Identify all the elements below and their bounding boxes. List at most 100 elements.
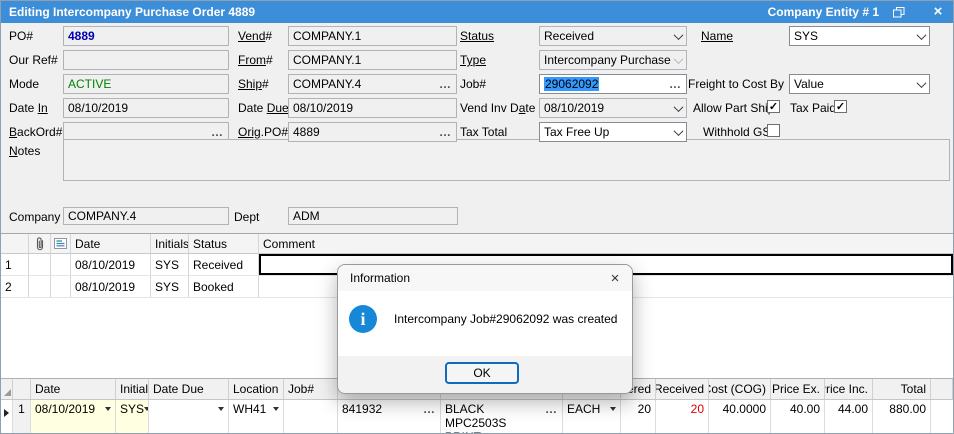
our-ref-field[interactable] [63,50,229,70]
memo-icon [54,238,67,249]
allow-part-ship-checkbox[interactable]: ✓ [767,100,780,113]
location-column-header: Location [229,379,284,399]
freight-label: Freight to Cost By [688,77,785,91]
price-ex-cell[interactable]: 40.00 [771,400,825,433]
close-window-button[interactable]: × [923,2,953,22]
initials-cell[interactable]: SYS [151,276,189,297]
item-cell[interactable]: 841932… [338,400,441,433]
dialog-body: i Intercompany Job#29062092 was created [349,305,617,333]
company-field[interactable]: COMPANY.4 [63,207,229,225]
chevron-down-icon [916,29,927,40]
status-cell[interactable]: Booked [189,276,259,297]
date-due-label: Date Due [238,101,289,115]
dialog-titlebar[interactable]: Information × [338,265,632,291]
restore-window-button[interactable] [893,6,923,18]
orig-po-label: Orig.PO# [238,125,289,139]
description-cell[interactable]: BLACK MPC2503S PRINT CARTRIDGE… [441,400,563,433]
received-cell[interactable]: 20 [656,400,709,433]
attachment-cell[interactable] [29,254,51,275]
dropdown-arrow-icon[interactable] [610,407,616,411]
chevron-down-icon [916,77,927,88]
type-combo: Intercompany Purchase [539,50,687,70]
dept-field[interactable]: ADM [288,207,458,225]
vend-field[interactable]: COMPANY.1 [288,26,457,46]
job-label: Job# [460,77,487,91]
po-editor-window: Editing Intercompany Purchase Order 4889… [0,0,954,434]
job-cell[interactable] [284,400,338,433]
date-cell[interactable]: 08/10/2019 [71,276,151,297]
dropdown-arrow-icon[interactable] [273,407,279,411]
date-due-cell[interactable] [149,400,229,433]
dialog-message: Intercompany Job#29062092 was created [394,312,618,326]
dropdown-arrow-icon[interactable] [105,407,111,411]
status-column-header: Status [189,234,259,253]
cost-cell[interactable]: 40.0000 [709,400,771,433]
date-cell[interactable]: 08/10/2019 [71,254,151,275]
name-combo[interactable]: SYS [789,26,930,46]
tax-paid-checkbox[interactable]: ✓ [834,100,847,113]
tax-total-combo[interactable]: Tax Free Up [539,122,687,142]
row-number[interactable]: 2 [1,276,29,297]
row-number[interactable]: 1 [13,400,31,433]
status-cell[interactable]: Received [189,254,259,275]
location-cell[interactable]: WH41 [229,400,284,433]
date-in-field[interactable]: 08/10/2019 [63,98,229,118]
tax-paid-label: Tax Paid [790,101,837,115]
date-in-label: Date In [9,101,48,115]
attachment-cell[interactable] [29,276,51,297]
filler-column-header [931,379,953,399]
ellipsis-icon[interactable]: … [439,126,452,138]
information-dialog: Information × i Intercompany Job#2906209… [337,264,633,394]
status-combo[interactable]: Received [539,26,687,46]
withhold-gst-checkbox[interactable] [767,124,780,137]
from-field[interactable]: COMPANY.1 [288,50,457,70]
ellipsis-icon[interactable]: … [669,78,682,90]
freight-combo[interactable]: Value [789,74,930,94]
row-number[interactable]: 1 [1,254,29,275]
date-cell[interactable]: 08/10/2019 [31,400,116,433]
ellipsis-icon[interactable]: … [211,126,224,138]
po-field[interactable]: 4889 [63,26,229,46]
ellipsis-icon[interactable]: … [439,78,452,90]
unit-cell[interactable]: EACH [563,400,621,433]
dialog-footer: OK [338,356,632,393]
ship-field[interactable]: COMPANY.4… [288,74,457,94]
initials-cell[interactable]: SYS [151,254,189,275]
ordered-cell[interactable]: 20 [621,400,656,433]
comment-column-header: Comment [263,236,316,251]
price-inc-cell[interactable]: 44.00 [825,400,873,433]
tax-total-label: Tax Total [460,125,508,139]
attachment-column-header [29,234,51,253]
ok-button[interactable]: OK [445,362,519,384]
corner-triangle-icon [4,388,11,396]
row-number-header [13,379,31,399]
orig-po-field[interactable]: 4889… [288,122,457,142]
notes-label: Notes [9,144,41,158]
total-column-header: Total [873,379,931,399]
received-column-header: Received [656,379,709,399]
line-item-row[interactable]: 1 08/10/2019 SYS WH41 841932… BLACK MPC2… [1,400,953,433]
memo-cell[interactable] [51,254,71,275]
company-label: Company [9,210,61,224]
price-ex-column-header: Price Ex. [771,379,825,399]
job-field[interactable]: 29062092… [539,74,687,94]
notes-field[interactable] [63,139,950,181]
dialog-close-button[interactable]: × [598,270,632,287]
initials-cell[interactable]: SYS [116,400,149,433]
from-label: From# [238,53,273,67]
vend-inv-date-label: Vend Inv Date [460,101,536,115]
ellipsis-icon[interactable]: … [545,403,558,415]
type-label: Type [460,53,487,67]
dropdown-arrow-icon[interactable] [218,407,224,411]
mode-field[interactable]: ACTIVE [63,74,229,94]
total-cell[interactable]: 880.00 [873,400,931,433]
memo-cell[interactable] [51,276,71,297]
chevron-down-icon [673,125,684,136]
po-form: PO# 4889 Our Ref# Mode ACTIVE Date In 08… [1,23,953,233]
vend-inv-date-combo[interactable]: 08/10/2019 [539,98,687,118]
row-selector[interactable] [1,400,13,433]
date-due-field[interactable]: 08/10/2019 [288,98,457,118]
window-titlebar[interactable]: Editing Intercompany Purchase Order 4889… [1,1,953,23]
ellipsis-icon[interactable]: … [423,403,436,415]
cost-column-header: Cost (COG) [709,379,771,399]
